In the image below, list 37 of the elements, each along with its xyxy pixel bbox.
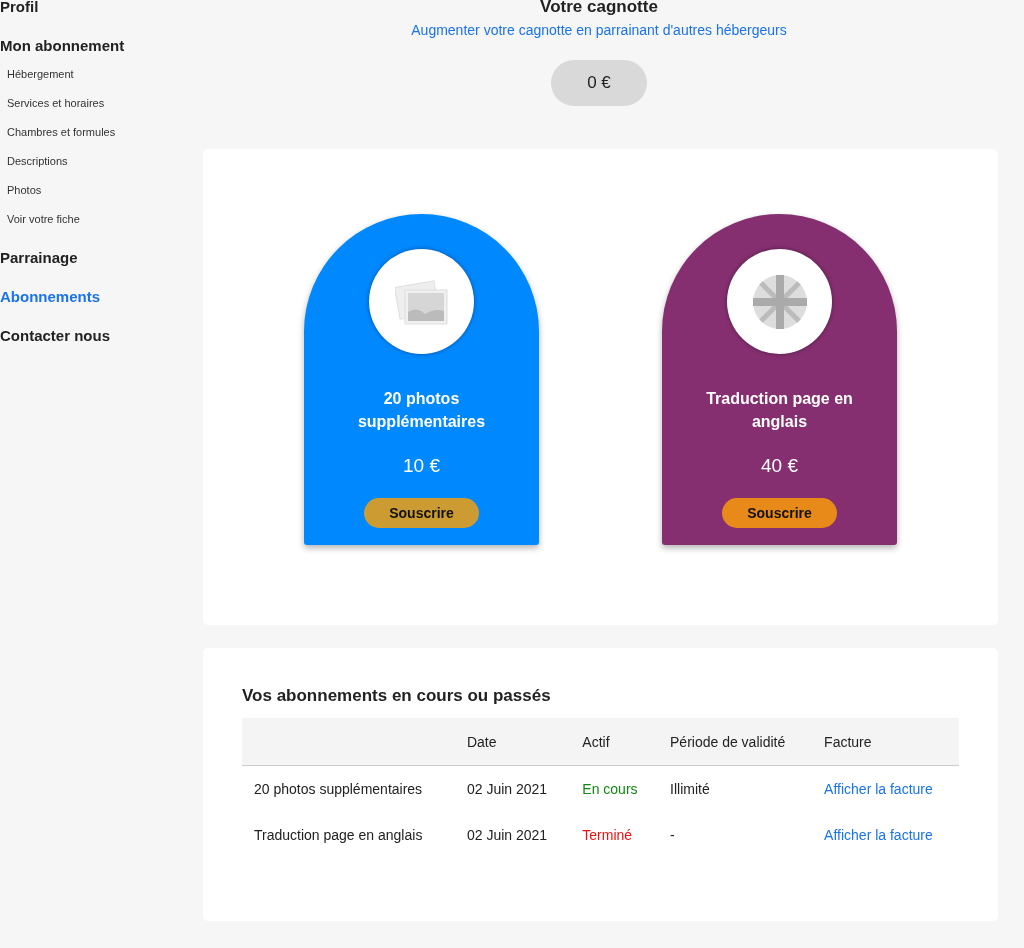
sidebar-item[interactable]: Parrainage — [0, 249, 200, 266]
offer-title: Traduction page en anglais — [705, 389, 854, 432]
invoice-link[interactable]: Afficher la facture — [824, 781, 933, 797]
sidebar-item[interactable]: Abonnements — [0, 288, 200, 305]
page-title: Votre cagnotte — [540, 0, 658, 17]
balance-pill: 0 € — [551, 60, 647, 106]
sidebar-subitem[interactable]: Hébergement — [7, 68, 200, 81]
status-cell: En cours — [570, 765, 658, 812]
sidebar-subitem[interactable]: Photos — [7, 184, 200, 197]
sidebar-subitem[interactable]: Voir votre fiche — [7, 213, 200, 226]
photos-icon — [394, 277, 449, 326]
status-cell-text: Terminé — [581, 826, 634, 845]
section-title: Vos abonnements en cours ou passés — [242, 686, 552, 706]
table-cell-text: - — [669, 826, 676, 845]
sidebar-subitem[interactable]: Chambres et formules — [7, 126, 200, 139]
offer-title: 20 photos supplémentaires — [356, 389, 487, 432]
sidebar-item[interactable]: Profil — [0, 0, 200, 15]
subscribe-button[interactable]: Souscrire — [364, 498, 479, 528]
table-cell-text: 02 Juin 2021 — [465, 826, 549, 845]
column-header: Période de validité — [658, 718, 813, 766]
sidebar-item[interactable]: Contacter nous — [0, 327, 200, 344]
table-cell: 20 photos supplémentaires — [242, 765, 455, 812]
referral-link[interactable]: Augmenter votre cagnotte en parrainant d'autres hébergeurs — [411, 22, 787, 38]
table-cell: Illimité — [658, 765, 813, 812]
table-cell-text: Traduction page en anglais — [253, 826, 424, 845]
sidebar-subitem[interactable]: Descriptions — [7, 155, 200, 168]
offer-price: 40 € — [761, 455, 798, 477]
table-cell: 02 Juin 2021 — [454, 765, 571, 812]
offer-price: 10 € — [403, 455, 440, 477]
invoice-link[interactable]: Afficher la facture — [824, 827, 933, 843]
sidebar-item[interactable]: Mon abonnement — [0, 37, 200, 54]
column-header: Facture — [812, 718, 959, 766]
subscribe-button[interactable]: Souscrire — [722, 498, 837, 528]
flag-icon — [751, 273, 808, 330]
sidebar-subitem[interactable]: Services et horaires — [7, 97, 200, 110]
column-header: Actif — [570, 718, 658, 766]
column-header: Date — [454, 718, 571, 766]
